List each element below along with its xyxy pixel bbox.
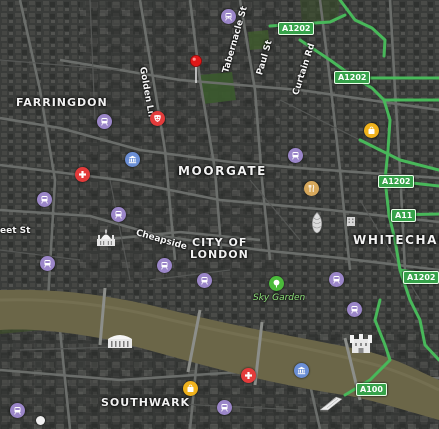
road-shield-a1202: A1202 [278, 22, 315, 35]
tree-icon[interactable] [269, 276, 284, 291]
road-shield-a1202: A1202 [403, 271, 439, 284]
tube-icon[interactable] [197, 273, 212, 288]
gherkin-landmark-icon [312, 212, 322, 234]
cathedral-landmark-icon [97, 229, 115, 246]
theatre-mask-icon[interactable] [150, 111, 165, 126]
museum-icon[interactable] [294, 363, 309, 378]
tube-icon[interactable] [217, 400, 232, 415]
location-pin-icon[interactable] [189, 54, 203, 84]
hospital-cross-icon[interactable] [75, 167, 90, 182]
location-dot-icon[interactable] [36, 416, 45, 425]
district-label-whitechapel: WHITECHAPE [353, 233, 439, 247]
tube-icon[interactable] [329, 272, 344, 287]
tube-icon[interactable] [288, 148, 303, 163]
tube-icon[interactable] [347, 302, 362, 317]
street-label-fleet-st: eet St [0, 226, 31, 236]
shard-landmark-icon [319, 396, 343, 411]
tube-icon[interactable] [10, 403, 25, 418]
poi-label-sky-garden[interactable]: Sky Garden [253, 293, 305, 303]
district-label-southwark: SOUTHWARK [101, 396, 191, 409]
road-shield-a1202: A1202 [334, 71, 371, 84]
shopping-bag-icon[interactable] [183, 381, 198, 396]
tube-icon[interactable] [40, 256, 55, 271]
tube-icon[interactable] [111, 207, 126, 222]
district-label-farringdon: FARRINGDON [16, 96, 108, 109]
tube-icon[interactable] [221, 9, 236, 24]
museum-landmark-icon [108, 335, 132, 348]
tube-icon[interactable] [37, 192, 52, 207]
district-label-moorgate: MOORGATE [178, 164, 267, 178]
hospital-cross-icon[interactable] [241, 368, 256, 383]
tube-icon[interactable] [157, 258, 172, 273]
road-shield-a100: A100 [356, 383, 387, 396]
museum-icon[interactable] [125, 152, 140, 167]
road-shield-a11: A11 [391, 209, 417, 222]
tube-icon[interactable] [97, 114, 112, 129]
fork-knife-icon[interactable] [304, 181, 319, 196]
satellite-base-layer [0, 0, 439, 429]
road-shield-a1202: A1202 [378, 175, 415, 188]
tower-of-london-icon [350, 334, 372, 353]
shopping-bag-icon[interactable] [364, 123, 379, 138]
building-landmark-icon [347, 217, 355, 226]
district-label-london: LONDON [190, 248, 249, 261]
map-view[interactable]: FARRINGDON MOORGATE CITY OF LONDON WHITE… [0, 0, 439, 429]
